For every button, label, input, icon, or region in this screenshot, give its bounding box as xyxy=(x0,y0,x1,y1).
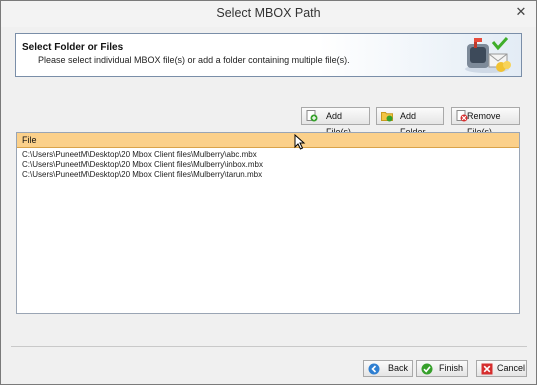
list-item[interactable]: C:\Users\PuneetM\Desktop\20 Mbox Client … xyxy=(22,160,263,169)
list-item[interactable]: C:\Users\PuneetM\Desktop\20 Mbox Client … xyxy=(22,150,257,159)
header-subtitle: Please select individual MBOX file(s) or… xyxy=(38,55,350,65)
folder-icon xyxy=(381,112,393,122)
column-header-file[interactable]: File xyxy=(17,133,519,148)
mouse-cursor-icon xyxy=(294,134,306,150)
file-list[interactable]: File C:\Users\PuneetM\Desktop\20 Mbox Cl… xyxy=(16,132,520,314)
window-title: Select MBOX Path xyxy=(216,6,321,20)
remove-files-button[interactable]: Remove File(s) xyxy=(451,107,520,137)
add-files-button[interactable]: Add File(s) xyxy=(301,107,370,137)
cancel-button[interactable]: Cancel xyxy=(476,360,527,377)
back-arrow-icon xyxy=(368,363,380,375)
cancel-icon xyxy=(481,363,493,375)
finish-label: Finish xyxy=(439,363,464,373)
header-title: Select Folder or Files xyxy=(22,42,124,53)
close-icon[interactable]: ✕ xyxy=(508,2,534,22)
add-file-icon xyxy=(306,110,318,122)
title-bar: Select MBOX Path ✕ xyxy=(1,1,536,27)
add-folder-button[interactable]: Add Folder xyxy=(376,107,444,137)
mailbox-icon xyxy=(465,36,511,73)
cancel-label: Cancel xyxy=(497,363,526,373)
finish-button[interactable]: Finish xyxy=(416,360,468,377)
dialog-window: Select MBOX Path ✕ Select Folder or File… xyxy=(0,0,537,385)
footer-separator xyxy=(11,346,527,347)
check-icon xyxy=(421,363,433,375)
list-item[interactable]: C:\Users\PuneetM\Desktop\20 Mbox Client … xyxy=(22,170,262,179)
header-panel: Select Folder or Files Please select ind… xyxy=(15,33,522,77)
back-label: Back xyxy=(388,363,409,373)
back-button[interactable]: Back xyxy=(363,360,413,377)
